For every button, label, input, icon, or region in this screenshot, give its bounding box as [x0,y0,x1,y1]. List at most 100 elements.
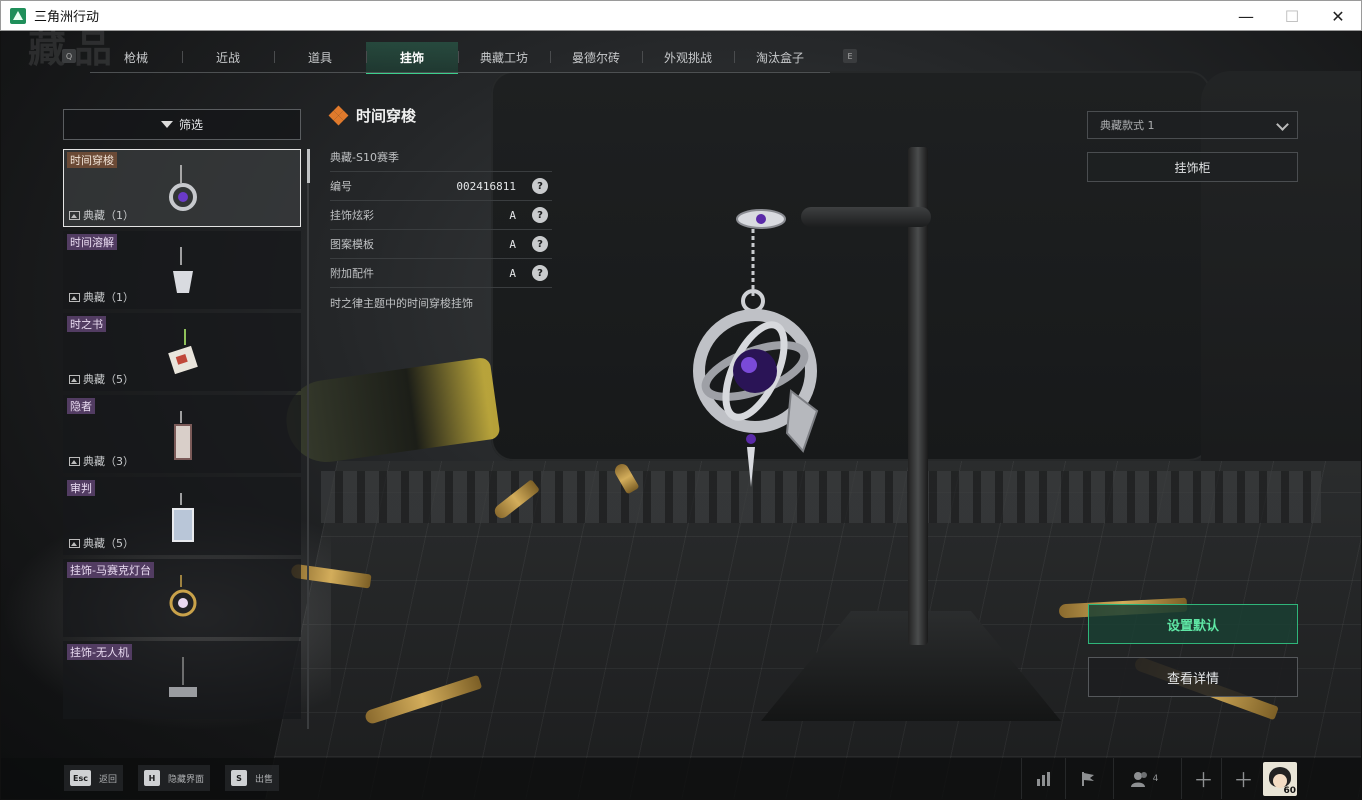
row-value: A [509,237,516,251]
item-count: 典藏（5） [69,535,134,551]
item-name: 时间穿梭 [67,152,117,168]
spray-can-prop [281,356,501,468]
plus-icon: ＋ [1193,768,1214,792]
friends-icon [1130,771,1147,787]
tab-label: 近战 [215,50,240,65]
help-icon[interactable]: ? [532,178,548,194]
plus-icon: ＋ [1233,768,1254,792]
minimize-button[interactable]: — [1223,1,1269,31]
hint-back[interactable]: Esc 返回 [64,765,123,791]
tab-charms[interactable]: 挂饰 [366,42,458,74]
detail-row-color: 挂饰炫彩 A ? [330,201,552,230]
help-icon[interactable]: ? [532,265,548,281]
detail-row-pattern: 图案模板 A ? [330,230,552,259]
key-cap: H [144,770,160,786]
tab-elimination-box[interactable]: 淘汰盒子 [734,42,826,72]
list-item[interactable]: 审判 典藏（5） [63,477,301,555]
detail-description: 时之律主题中的时间穿梭挂饰 [330,296,473,310]
tab-label: 挂饰 [399,50,424,65]
hint-hide-ui[interactable]: H 隐藏界面 [138,765,211,791]
tab-firearms[interactable]: 枪械 [90,42,182,72]
detail-row-accessory: 附加配件 A ? [330,259,552,288]
row-label: 挂饰炫彩 [330,209,374,222]
detail-season-row: 典藏-S10赛季 [330,143,552,172]
detail-season: 典藏-S10赛季 [330,151,399,164]
item-count: 典藏（1） [69,289,134,305]
charm-thumbnail-icon [169,657,197,697]
rarity-diamond-icon [328,105,349,125]
list-item[interactable]: 时间穿梭 典藏（1） [63,149,301,227]
time-shuttle-charm-model[interactable] [691,201,821,491]
item-count-text: 典藏（1） [83,291,134,304]
close-button[interactable]: ✕ [1315,1,1361,31]
row-value: A [509,208,516,222]
tab-label: 淘汰盒子 [755,50,804,65]
detail-header: 时间穿梭 [328,105,417,126]
image-icon [69,456,80,466]
style-select[interactable]: 典藏款式 1 [1087,111,1298,139]
item-count: 典藏（5） [69,371,134,387]
item-count-text: 典藏（5） [83,373,134,386]
set-default-button[interactable]: 设置默认 [1088,604,1298,644]
row-label: 附加配件 [330,267,374,280]
maximize-button[interactable]: ☐ [1269,1,1315,31]
tab-collection-workshop[interactable]: 典藏工坊 [458,42,550,72]
next-tab-key[interactable]: E [843,49,857,63]
hint-label: 出售 [255,774,274,785]
tab-appearance-challenge[interactable]: 外观挑战 [642,42,734,72]
image-icon [69,292,80,302]
add-slot-button[interactable]: ＋ [1181,758,1225,799]
row-value: 002416811 [456,179,516,193]
charm-thumbnail-icon [172,493,194,542]
bar-chart-icon [1036,771,1050,786]
list-item[interactable]: 时间溶解 典藏（1） [63,231,301,309]
tabs-divider [90,72,830,73]
tab-items[interactable]: 道具 [274,42,366,72]
hint-label: 隐藏界面 [168,774,205,785]
list-item[interactable]: 隐者 典藏（3） [63,395,301,473]
help-icon[interactable]: ? [532,236,548,252]
list-scrollbar-thumb[interactable] [307,149,310,183]
filter-button[interactable]: 筛选 [63,109,301,140]
window-titlebar: 三角洲行动 — ☐ ✕ [0,0,1362,31]
avatar[interactable]: 60 [1263,762,1297,796]
list-item[interactable]: 挂饰-无人机 [63,641,301,719]
list-item[interactable]: 时之书 典藏（5） [63,313,301,391]
item-name: 挂饰-无人机 [67,644,132,660]
filter-funnel-icon [160,121,173,128]
flag-button[interactable] [1065,758,1109,799]
view-details-button[interactable]: 查看详情 [1088,657,1298,697]
filter-label: 筛选 [178,118,203,132]
item-count: 典藏（1） [69,207,134,223]
charm-thumbnail-icon [168,329,198,375]
add-slot-button[interactable]: ＋ [1221,758,1265,799]
bottom-bar: Esc 返回 H 隐藏界面 S 出售 4 ＋ ＋ 60 [1,758,1361,799]
chevron-down-icon [1276,118,1289,131]
hint-sell[interactable]: S 出售 [225,765,280,791]
item-count-text: 典藏（5） [83,537,134,550]
charm-thumbnail-icon [173,247,193,293]
tab-melee[interactable]: 近战 [182,42,274,72]
tab-mandel-brick[interactable]: 曼德尔砖 [550,42,642,72]
row-label: 编号 [330,180,352,193]
charm-cabinet-button[interactable]: 挂饰柜 [1087,152,1298,182]
prev-tab-key[interactable]: Q [62,49,76,63]
charm-list[interactable]: 时间穿梭 典藏（1） 时间溶解 典藏（1） 时之书 典藏（5） 隐者 典藏（3）… [63,149,301,749]
item-count-text: 典藏（3） [83,455,134,468]
list-item[interactable]: 挂饰-马赛克灯台 [63,559,301,637]
charm-thumbnail-icon [169,575,197,617]
item-name: 审判 [67,480,95,496]
detail-properties: 典藏-S10赛季 编号 002416811 ? 挂饰炫彩 A ? 图案模板 A … [330,143,552,317]
friends-button[interactable]: 4 [1113,758,1175,799]
list-scrollbar[interactable] [307,149,309,729]
hint-label: 返回 [98,774,117,785]
help-icon[interactable]: ? [532,207,548,223]
tab-label: 道具 [307,50,332,65]
category-tabs: 枪械 近战 道具 挂饰 典藏工坊 曼德尔砖 外观挑战 淘汰盒子 [90,42,826,74]
item-name: 时间溶解 [67,234,117,250]
detail-row-serial: 编号 002416811 ? [330,172,552,201]
detail-description-row: 时之律主题中的时间穿梭挂饰 [330,288,552,317]
detail-title: 时间穿梭 [356,107,417,125]
window-controls: — ☐ ✕ [1223,1,1361,31]
stats-button[interactable] [1021,758,1065,799]
